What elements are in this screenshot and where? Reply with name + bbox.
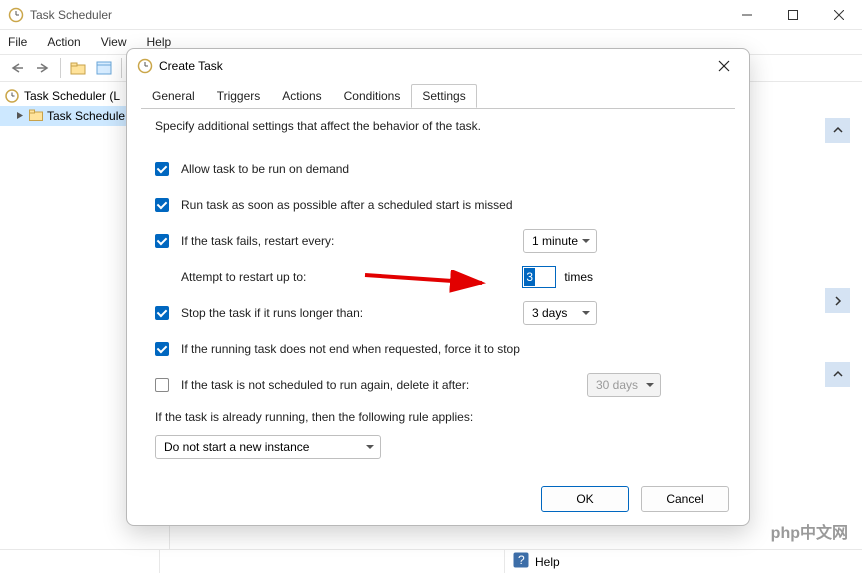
clock-icon (4, 88, 20, 104)
nav-back-button[interactable] (6, 57, 28, 79)
cancel-button[interactable]: Cancel (641, 486, 729, 512)
label-running-rule: If the task is already running, then the… (155, 410, 473, 424)
label-allow-on-demand: Allow task to be run on demand (181, 162, 349, 176)
menu-file[interactable]: File (8, 35, 27, 49)
watermark: php中文网 (771, 519, 848, 543)
status-bar: ? Help (0, 549, 862, 573)
tab-triggers[interactable]: Triggers (206, 84, 272, 108)
actions-expand-1[interactable] (825, 288, 850, 313)
checkbox-run-asap[interactable] (155, 198, 169, 212)
dialog-close-button[interactable] (709, 54, 739, 78)
ok-button[interactable]: OK (541, 486, 629, 512)
checkbox-restart-on-fail[interactable] (155, 234, 169, 248)
folder-icon (29, 109, 43, 124)
tree-root-label: Task Scheduler (L (24, 89, 120, 103)
tab-actions[interactable]: Actions (271, 84, 332, 108)
label-run-asap: Run task as soon as possible after a sch… (181, 198, 513, 212)
select-delete-after: 30 days (587, 373, 661, 397)
select-stop-duration[interactable]: 3 days (523, 301, 597, 325)
dialog-clock-icon (137, 58, 153, 74)
label-stop-longer: Stop the task if it runs longer than: (181, 306, 363, 320)
label-restart-on-fail: If the task fails, restart every: (181, 234, 334, 248)
checkbox-force-stop[interactable] (155, 342, 169, 356)
checkbox-allow-on-demand[interactable] (155, 162, 169, 176)
tab-settings[interactable]: Settings (411, 84, 476, 108)
tree-expand-icon[interactable] (16, 109, 25, 123)
dialog-tabs: General Triggers Actions Conditions Sett… (127, 83, 749, 109)
window-title: Task Scheduler (30, 8, 112, 22)
settings-description: Specify additional settings that affect … (155, 119, 721, 133)
actions-collapse-2[interactable] (825, 362, 850, 387)
tab-conditions[interactable]: Conditions (333, 84, 412, 108)
dialog-button-row: OK Cancel (127, 473, 749, 525)
minimize-button[interactable] (724, 0, 770, 30)
toolbar-folder-button[interactable] (67, 57, 89, 79)
create-task-dialog: Create Task General Triggers Actions Con… (126, 48, 750, 526)
tree-child-label: Task Schedule (47, 109, 125, 123)
label-delete-after: If the task is not scheduled to run agai… (181, 378, 469, 392)
help-icon: ? (513, 552, 529, 571)
menu-action[interactable]: Action (47, 35, 80, 49)
svg-text:?: ? (518, 553, 525, 567)
menu-view[interactable]: View (101, 35, 127, 49)
select-restart-interval[interactable]: 1 minute (523, 229, 597, 253)
input-restart-attempts[interactable]: 3 (522, 266, 556, 288)
actions-collapse-1[interactable] (825, 118, 850, 143)
label-force-stop: If the running task does not end when re… (181, 342, 520, 356)
menu-help[interactable]: Help (147, 35, 172, 49)
maximize-button[interactable] (770, 0, 816, 30)
settings-panel: Specify additional settings that affect … (127, 109, 749, 473)
label-times-suffix: times (564, 270, 593, 284)
nav-forward-button[interactable] (32, 57, 54, 79)
tab-general[interactable]: General (141, 84, 206, 108)
toolbar-panel-button[interactable] (93, 57, 115, 79)
label-attempt-restart: Attempt to restart up to: (181, 270, 306, 284)
checkbox-stop-longer[interactable] (155, 306, 169, 320)
checkbox-delete-after[interactable] (155, 378, 169, 392)
dialog-title: Create Task (159, 59, 223, 73)
select-running-rule[interactable]: Do not start a new instance (155, 435, 381, 459)
app-clock-icon (8, 7, 24, 23)
close-window-button[interactable] (816, 0, 862, 30)
dialog-title-bar: Create Task (127, 49, 749, 83)
status-help-label: Help (535, 555, 560, 569)
window-title-bar: Task Scheduler (0, 0, 862, 30)
